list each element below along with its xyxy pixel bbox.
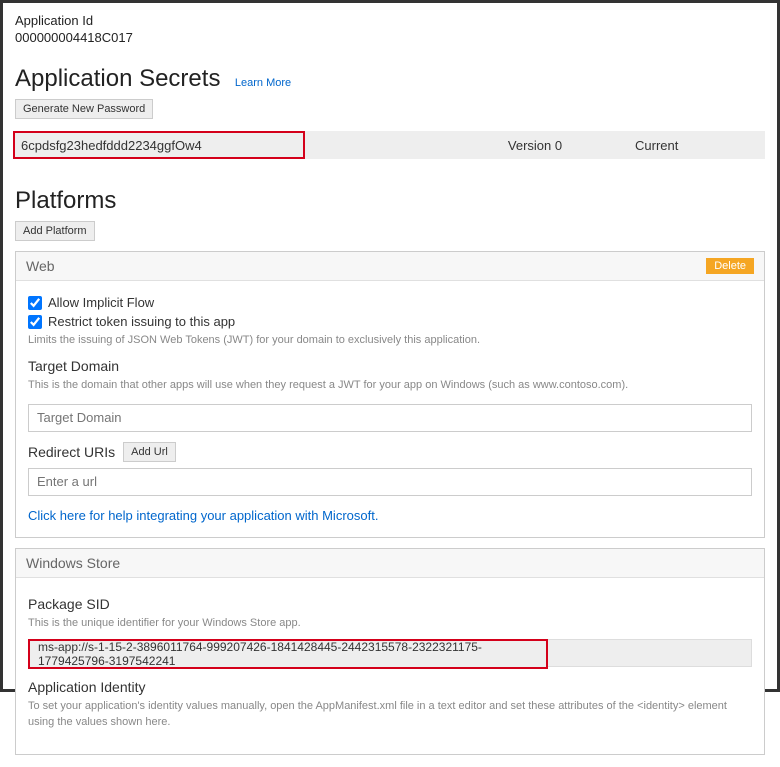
secret-row: 6cpdsfg23hedfddd2234ggfOw4 Version 0 Cur…: [15, 131, 765, 159]
restrict-token-row[interactable]: Restrict token issuing to this app: [28, 314, 752, 329]
web-delete-button[interactable]: Delete: [706, 258, 754, 274]
integration-help-link[interactable]: Click here for help integrating your app…: [28, 508, 752, 523]
web-panel: Web Delete Allow Implicit Flow Restrict …: [15, 251, 765, 538]
secrets-heading: Application Secrets: [15, 65, 220, 93]
secret-status: Current: [635, 138, 765, 153]
restrict-token-label: Restrict token issuing to this app: [48, 314, 235, 329]
target-domain-input[interactable]: [28, 404, 752, 432]
app-id-label: Application Id: [15, 13, 765, 28]
windows-store-panel-title: Windows Store: [26, 555, 120, 571]
target-domain-help: This is the domain that other apps will …: [28, 378, 752, 393]
platforms-heading: Platforms: [15, 187, 116, 215]
secret-version: Version 0: [305, 138, 635, 153]
secret-password-value: 6cpdsfg23hedfddd2234ggfOw4: [13, 131, 305, 159]
add-url-button[interactable]: Add Url: [123, 442, 176, 462]
redirect-uris-label: Redirect URIs: [28, 444, 115, 460]
package-sid-help: This is the unique identifier for your W…: [28, 616, 752, 631]
package-sid-value: ms-app://s-1-15-2-3896011764-999207426-1…: [28, 639, 548, 669]
target-domain-label: Target Domain: [28, 358, 752, 374]
add-platform-button[interactable]: Add Platform: [15, 221, 95, 241]
secrets-learn-more-link[interactable]: Learn More: [235, 77, 291, 89]
allow-implicit-row[interactable]: Allow Implicit Flow: [28, 295, 752, 310]
web-panel-title: Web: [26, 258, 55, 274]
package-sid-label: Package SID: [28, 596, 752, 612]
allow-implicit-checkbox[interactable]: [28, 296, 42, 310]
redirect-uri-input[interactable]: [28, 468, 752, 496]
allow-implicit-label: Allow Implicit Flow: [48, 295, 154, 310]
windows-store-panel: Windows Store Package SID This is the un…: [15, 548, 765, 755]
app-id-value: 000000004418C017: [15, 30, 765, 45]
restrict-token-help: Limits the issuing of JSON Web Tokens (J…: [28, 333, 752, 348]
generate-password-button[interactable]: Generate New Password: [15, 99, 153, 119]
restrict-token-checkbox[interactable]: [28, 315, 42, 329]
app-identity-help: To set your application's identity value…: [28, 699, 752, 730]
app-identity-label: Application Identity: [28, 679, 752, 695]
